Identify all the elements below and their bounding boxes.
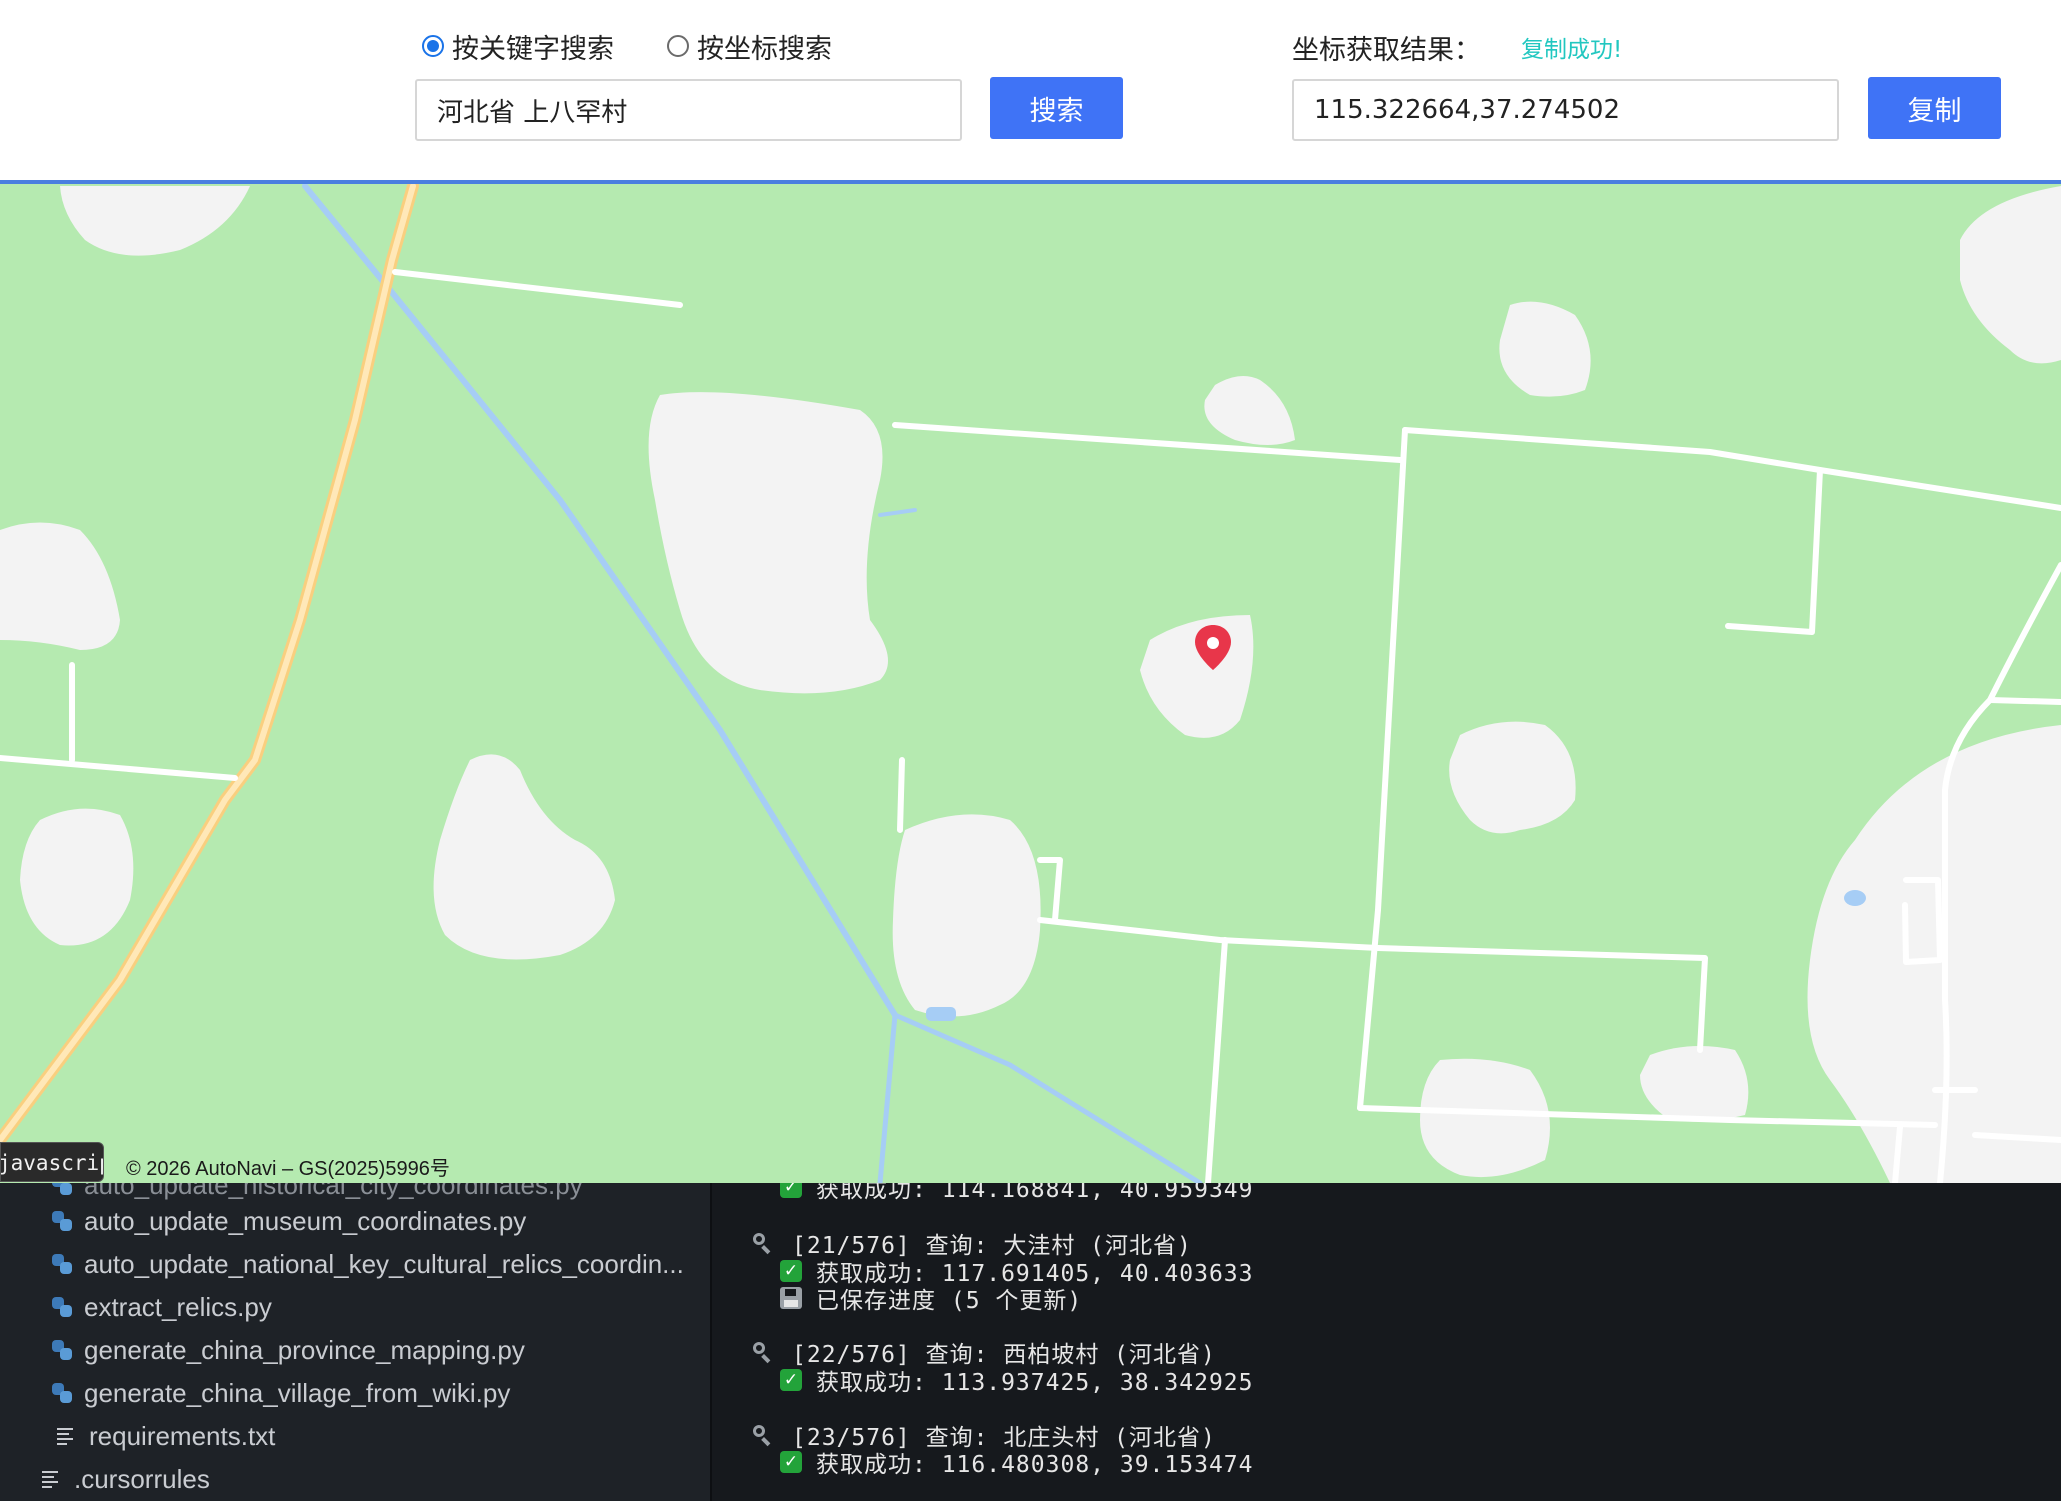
python-file-icon — [52, 1211, 72, 1231]
search-input[interactable] — [415, 79, 962, 141]
file-name: generate_china_province_mapping.py — [84, 1334, 525, 1365]
coordinate-result-field[interactable] — [1292, 79, 1839, 141]
file-name: .cursorrules — [74, 1463, 210, 1494]
map-canvas[interactable] — [0, 184, 2061, 1183]
file-item[interactable]: auto_update_national_key_cultural_relics… — [52, 1244, 684, 1284]
terminal-line: ✓ 获取成功: 116.480308, 39.153474 — [780, 1447, 1254, 1478]
python-file-icon — [52, 1254, 72, 1274]
check-mark-icon: ✓ — [780, 1451, 802, 1473]
radio-keyword-search[interactable]: 按关键字搜索 — [422, 26, 614, 66]
terminal-line: ✓ 获取成功: 113.937425, 38.342925 — [780, 1365, 1254, 1396]
magnifier-icon — [752, 1424, 774, 1446]
file-name: requirements.txt — [89, 1420, 276, 1451]
text-file-icon — [42, 1470, 62, 1488]
terminal-line: ✓ 获取成功: 114.168841, 40.959349 — [780, 1183, 1254, 1203]
file-name: auto_update_museum_coordinates.py — [84, 1205, 527, 1236]
check-mark-icon: ✓ — [780, 1183, 802, 1198]
map-view[interactable] — [0, 184, 2061, 1183]
check-mark-icon: ✓ — [780, 1369, 802, 1391]
terminal-output[interactable]: ✓ 获取成功: 114.168841, 40.959349 [21/576] 查… — [710, 1183, 2061, 1501]
file-name: auto_update_national_key_cultural_relics… — [84, 1248, 684, 1279]
search-button[interactable]: 搜索 — [990, 77, 1123, 139]
python-file-icon — [52, 1297, 72, 1317]
result-label: 坐标获取结果： — [1292, 35, 1481, 66]
copy-success-message: 复制成功! — [1521, 37, 1623, 63]
file-name: extract_relics.py — [84, 1291, 272, 1322]
file-explorer: auto_update_historical_city_coordinates.… — [0, 1183, 710, 1501]
magnifier-icon — [752, 1341, 774, 1363]
file-name: auto_update_historical_city_coordinates.… — [84, 1183, 583, 1200]
map-attribution: © 2026 AutoNavi – GS(2025)5996号 — [126, 1158, 450, 1180]
radio-coordinate-search[interactable]: 按坐标搜索 — [667, 26, 832, 66]
python-file-icon — [52, 1183, 72, 1195]
radio-keyword-label: 按关键字搜索 — [452, 33, 614, 65]
file-name: generate_china_village_from_wiki.py — [84, 1377, 511, 1408]
check-mark-icon: ✓ — [780, 1260, 802, 1282]
radio-button-checked[interactable] — [422, 35, 444, 57]
file-item[interactable]: generate_china_village_from_wiki.py — [52, 1373, 510, 1413]
radio-coordinate-label: 按坐标搜索 — [697, 33, 832, 65]
file-item[interactable]: generate_china_province_mapping.py — [52, 1330, 525, 1370]
file-item[interactable]: auto_update_museum_coordinates.py — [52, 1201, 526, 1241]
python-file-icon — [52, 1340, 72, 1360]
radio-button-unchecked[interactable] — [667, 35, 689, 57]
text-file-icon — [57, 1427, 77, 1445]
terminal-line: 已保存进度 (5 个更新) — [780, 1283, 1082, 1314]
village-areas — [0, 186, 2061, 1183]
magnifier-icon — [752, 1232, 774, 1254]
pond-areas — [926, 890, 1866, 1021]
file-item[interactable]: .cursorrules — [42, 1459, 210, 1499]
copy-button[interactable]: 复制 — [1868, 77, 2001, 139]
local-roads — [0, 269, 2061, 1183]
file-item[interactable]: extract_relics.py — [52, 1287, 272, 1327]
link-tooltip: javascript:; — [0, 1142, 104, 1182]
search-toolbar: 按关键字搜索 按坐标搜索 搜索 坐标获取结果： 复制成功! 复制 — [0, 0, 2061, 184]
python-file-icon — [52, 1383, 72, 1403]
file-item[interactable]: requirements.txt — [57, 1416, 275, 1456]
highway-road — [0, 184, 419, 1146]
floppy-disk-icon — [780, 1287, 802, 1309]
